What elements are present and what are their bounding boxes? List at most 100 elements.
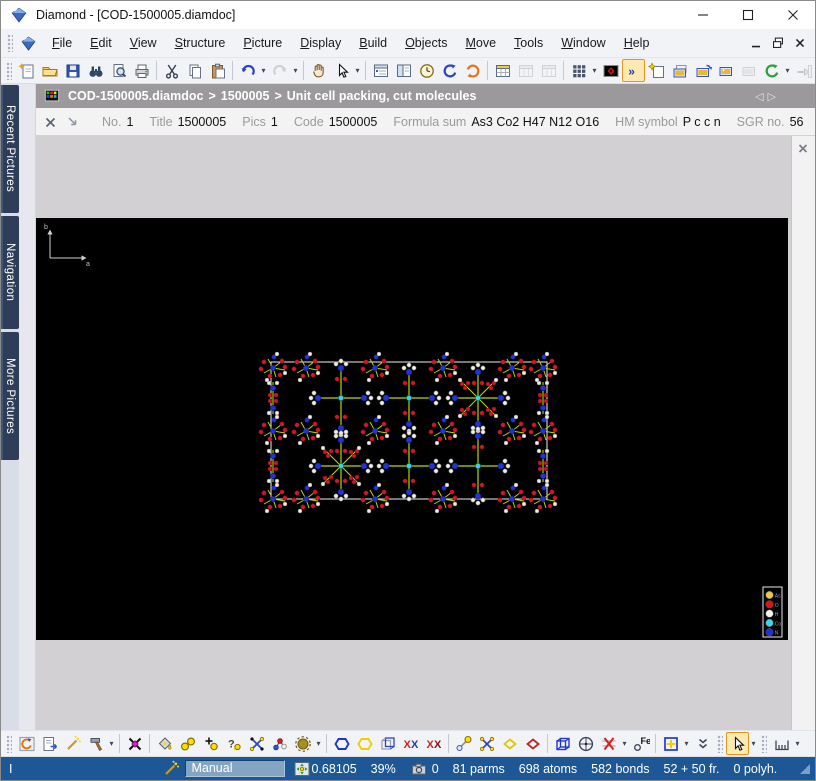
resize-grip[interactable] [800,764,810,774]
update-picture-button[interactable] [760,59,783,82]
breadcrumb-segment[interactable]: COD-1500005.diamdoc [68,89,203,103]
next-sheet-button[interactable] [537,59,560,82]
menu-picture[interactable]: Picture [234,32,291,54]
select-mode-dropdown[interactable]: ▾ [353,66,362,75]
undo-dropdown[interactable]: ▾ [259,66,268,75]
print-button[interactable] [130,59,153,82]
history-button[interactable] [415,59,438,82]
connect-atoms-button[interactable] [245,732,268,755]
mdi-restore-button[interactable] [767,33,789,53]
new-document-button[interactable] [15,59,38,82]
select-ring-button[interactable] [498,732,521,755]
mdi-minimize-button[interactable] [745,33,767,53]
fill-unit-cell-button[interactable] [153,732,176,755]
data-sheet-button[interactable] [491,59,514,82]
structure-canvas[interactable]: baAsOHCoN [36,218,788,640]
breadcrumb-next-button[interactable]: ▷ [768,91,780,103]
menu-objects[interactable]: Objects [396,32,456,54]
break-all-bonds-button[interactable]: XX [422,732,445,755]
fill-cell-mode-dropdown[interactable]: ▾ [682,739,691,748]
close-info-icon[interactable] [42,113,60,131]
menubar-grip[interactable] [7,34,13,52]
move-mode-icon[interactable] [293,760,311,778]
edit-atom-button[interactable]: Fe [629,732,652,755]
edit-unit-cell-button[interactable] [551,732,574,755]
undo-button[interactable] [236,59,259,82]
menu-file[interactable]: File [43,32,81,54]
copy-button[interactable] [183,59,206,82]
mode-indicator[interactable]: Manual [185,760,285,777]
create-bond-button[interactable] [452,732,475,755]
mdi-close-button[interactable] [789,33,811,53]
redo-button[interactable] [268,59,291,82]
measure-tools-dropdown[interactable]: ▾ [793,739,802,748]
thumbnail-overview-dropdown[interactable]: ▾ [590,66,599,75]
menu-view[interactable]: View [121,32,166,54]
picture-thumbnail-button[interactable] [599,59,622,82]
side-tab-navigation[interactable]: Navigation [1,216,19,329]
menu-build[interactable]: Build [350,32,396,54]
maximize-button[interactable] [725,2,770,29]
split-view-button[interactable] [392,59,415,82]
print-preview-button[interactable] [107,59,130,82]
remove-bonds-dropdown[interactable]: ▾ [620,739,629,748]
menu-tools[interactable]: Tools [505,32,552,54]
picture-in-picture-button[interactable] [714,59,737,82]
destroy-all-button[interactable] [123,732,146,755]
coordination-cage-button[interactable] [376,732,399,755]
update-picture-dropdown[interactable]: ▾ [783,66,792,75]
menu-window[interactable]: Window [552,32,614,54]
packing-range-button[interactable] [291,732,314,755]
redo-dropdown[interactable]: ▾ [291,66,300,75]
toolbar-grip[interactable] [717,735,723,753]
go-to-button[interactable] [792,59,815,82]
copy-picture-button[interactable] [668,59,691,82]
connectivity-button[interactable] [475,732,498,755]
find-button[interactable] [84,59,107,82]
picture-creation-assistant-button[interactable] [61,732,84,755]
picture-placeholder-button[interactable] [737,59,760,82]
picture-properties-button[interactable] [38,732,61,755]
pan-mode-button[interactable] [307,59,330,82]
close-button[interactable] [770,2,815,29]
pointer-mode-dropdown[interactable]: ▾ [749,739,758,748]
save-button[interactable] [61,59,84,82]
toolbar-overflow-button[interactable] [691,732,714,755]
measure-tools-button[interactable] [770,732,793,755]
breadcrumb-segment[interactable]: Unit cell packing, cut molecules [287,89,477,103]
rebuild-dropdown[interactable]: ▾ [107,739,116,748]
create-polyhedra-button[interactable] [330,732,353,755]
remove-bonds-button[interactable] [597,732,620,755]
expand-picture-button[interactable]: » [622,59,645,82]
toolbar-grip[interactable] [761,735,767,753]
previous-sheet-button[interactable] [514,59,537,82]
packing-range-dropdown[interactable]: ▾ [314,739,323,748]
breadcrumb-path[interactable]: COD-1500005.diamdoc>1500005>Unit cell pa… [68,89,476,103]
pointer-mode-button[interactable] [726,732,749,755]
paste-button[interactable] [206,59,229,82]
open-file-button[interactable] [38,59,61,82]
add-atom-button[interactable] [199,732,222,755]
menu-move[interactable]: Move [456,32,505,54]
rebuild-button[interactable] [84,732,107,755]
side-tab-more-pictures[interactable]: More Pictures [1,332,19,460]
polyhedra-options-button[interactable] [353,732,376,755]
menu-edit[interactable]: Edit [81,32,121,54]
add-all-atoms-button[interactable] [176,732,199,755]
expand-info-icon[interactable] [64,113,82,131]
side-tab-recent-pictures[interactable]: Recent Pictures [1,85,19,213]
toolbar-grip[interactable] [6,735,12,753]
undo-view-button[interactable] [438,59,461,82]
destroy-ring-button[interactable] [521,732,544,755]
menu-display[interactable]: Display [291,32,350,54]
atom-design-button[interactable]: ? [222,732,245,755]
thumbnail-overview-button[interactable] [567,59,590,82]
menu-structure[interactable]: Structure [166,32,235,54]
fill-cell-mode-button[interactable] [659,732,682,755]
breadcrumb-prev-button[interactable]: ◁ [755,91,767,103]
cut-button[interactable] [160,59,183,82]
complete-fragments-button[interactable] [268,732,291,755]
assistant-wand-icon[interactable] [162,760,180,778]
new-picture-button[interactable] [645,59,668,82]
orientation-sphere-button[interactable] [574,732,597,755]
